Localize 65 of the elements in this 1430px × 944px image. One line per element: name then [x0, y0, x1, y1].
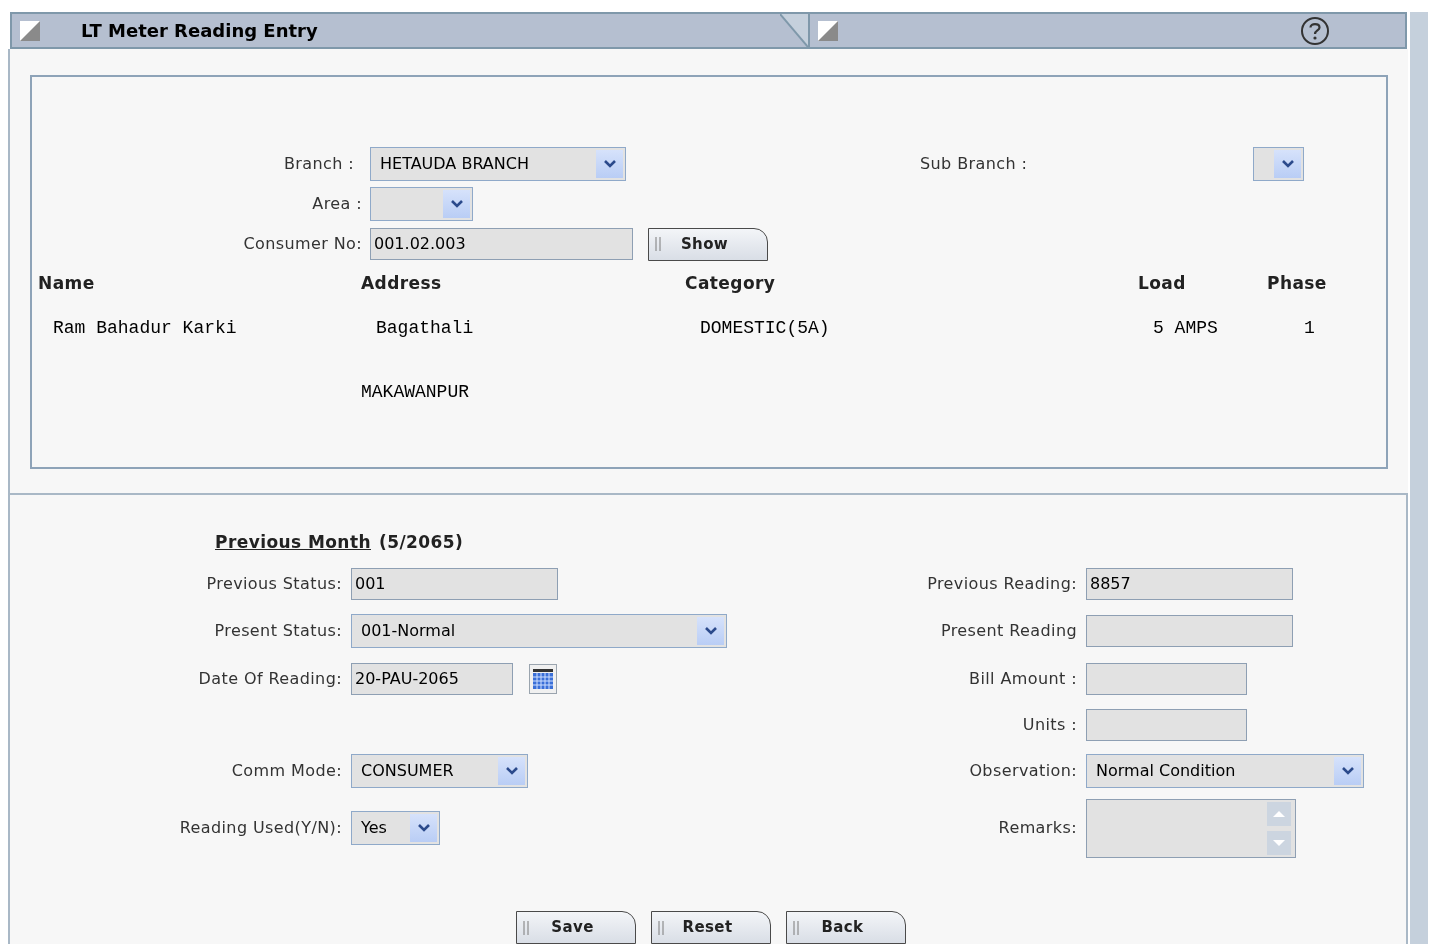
- text-field[interactable]: 8857: [1086, 567, 1293, 600]
- column-header: Category: [685, 272, 777, 296]
- field-label: Remarks:: [998, 817, 1077, 839]
- window-title: LT Meter Reading Entry: [81, 19, 318, 43]
- grip-icon: [523, 920, 530, 935]
- field-label: Previous Status:: [206, 572, 342, 595]
- field-label: Observation:: [969, 760, 1077, 782]
- column-header: Load: [1138, 272, 1187, 296]
- scroll-down-icon[interactable]: [1267, 830, 1291, 855]
- column-header: Name: [38, 272, 96, 296]
- field-label: Units :: [1022, 714, 1077, 736]
- show-button[interactable]: Show: [648, 227, 768, 261]
- remarks-textarea[interactable]: [1086, 798, 1296, 858]
- text-field[interactable]: 001.02.003: [370, 228, 633, 260]
- corner-icon: [817, 20, 838, 41]
- field-label: Area :: [311, 193, 362, 215]
- column-header: Address: [361, 272, 443, 296]
- column-header: Phase: [1267, 272, 1328, 296]
- field-label: Comm Mode:: [231, 760, 342, 782]
- chevron-down-icon: [1280, 159, 1295, 169]
- dropdown[interactable]: CONSUMER: [351, 754, 528, 788]
- dropdown[interactable]: 001-Normal: [351, 614, 727, 648]
- field-label: Sub Branch :: [920, 153, 1029, 175]
- chevron-down-icon: [602, 159, 617, 169]
- text-field[interactable]: [1086, 663, 1247, 695]
- field-label: Consumer No:: [242, 233, 362, 255]
- table-cell: 1: [1304, 317, 1315, 338]
- corner-icon: [20, 20, 40, 41]
- dropdown[interactable]: Normal Condition: [1086, 754, 1364, 788]
- section-heading-link[interactable]: Previous Month: [215, 529, 371, 555]
- field-label: Branch :: [282, 153, 354, 175]
- chevron-down-icon: [504, 766, 519, 776]
- field-label: Reading Used(Y/N):: [179, 817, 342, 839]
- action-button[interactable]: Back: [786, 911, 906, 944]
- grip-icon: [658, 920, 665, 935]
- table-cell: DOMESTIC(5A): [700, 317, 830, 338]
- field-label: Present Status:: [214, 620, 342, 642]
- chevron-down-icon: [1340, 766, 1355, 776]
- table-cell: Ram Bahadur Karki: [53, 317, 237, 338]
- sub-branch-dropdown[interactable]: [1253, 147, 1304, 181]
- period-label: (5/2065): [379, 530, 464, 554]
- help-icon[interactable]: [1300, 15, 1330, 46]
- calendar-icon[interactable]: [529, 664, 557, 694]
- branch-dropdown[interactable]: HETAUDA BRANCH: [370, 147, 626, 181]
- field-label: Bill Amount :: [969, 668, 1077, 690]
- table-cell: Bagathali: [376, 317, 474, 338]
- action-button[interactable]: Reset: [651, 911, 771, 944]
- grip-icon: [793, 920, 800, 935]
- chevron-down-icon: [449, 199, 464, 209]
- chevron-down-icon: [416, 823, 431, 833]
- grip-icon: [655, 237, 662, 251]
- text-field[interactable]: 001: [351, 567, 558, 600]
- table-cell: 5 AMPS: [1153, 317, 1218, 338]
- text-field[interactable]: 20-PAU-2065: [351, 663, 513, 695]
- text-field[interactable]: [1086, 615, 1293, 647]
- table-cell-text: MAKAWANPUR: [361, 380, 470, 404]
- field-label: Date Of Reading:: [198, 668, 342, 690]
- field-label: Present Reading: [940, 620, 1077, 642]
- chevron-down-icon: [703, 626, 718, 636]
- area-dropdown[interactable]: [370, 187, 473, 221]
- scroll-up-icon[interactable]: [1267, 801, 1291, 826]
- field-label: Previous Reading:: [927, 572, 1077, 595]
- text-field[interactable]: [1086, 709, 1247, 741]
- action-button[interactable]: Save: [516, 911, 636, 944]
- dropdown[interactable]: Yes: [351, 811, 440, 845]
